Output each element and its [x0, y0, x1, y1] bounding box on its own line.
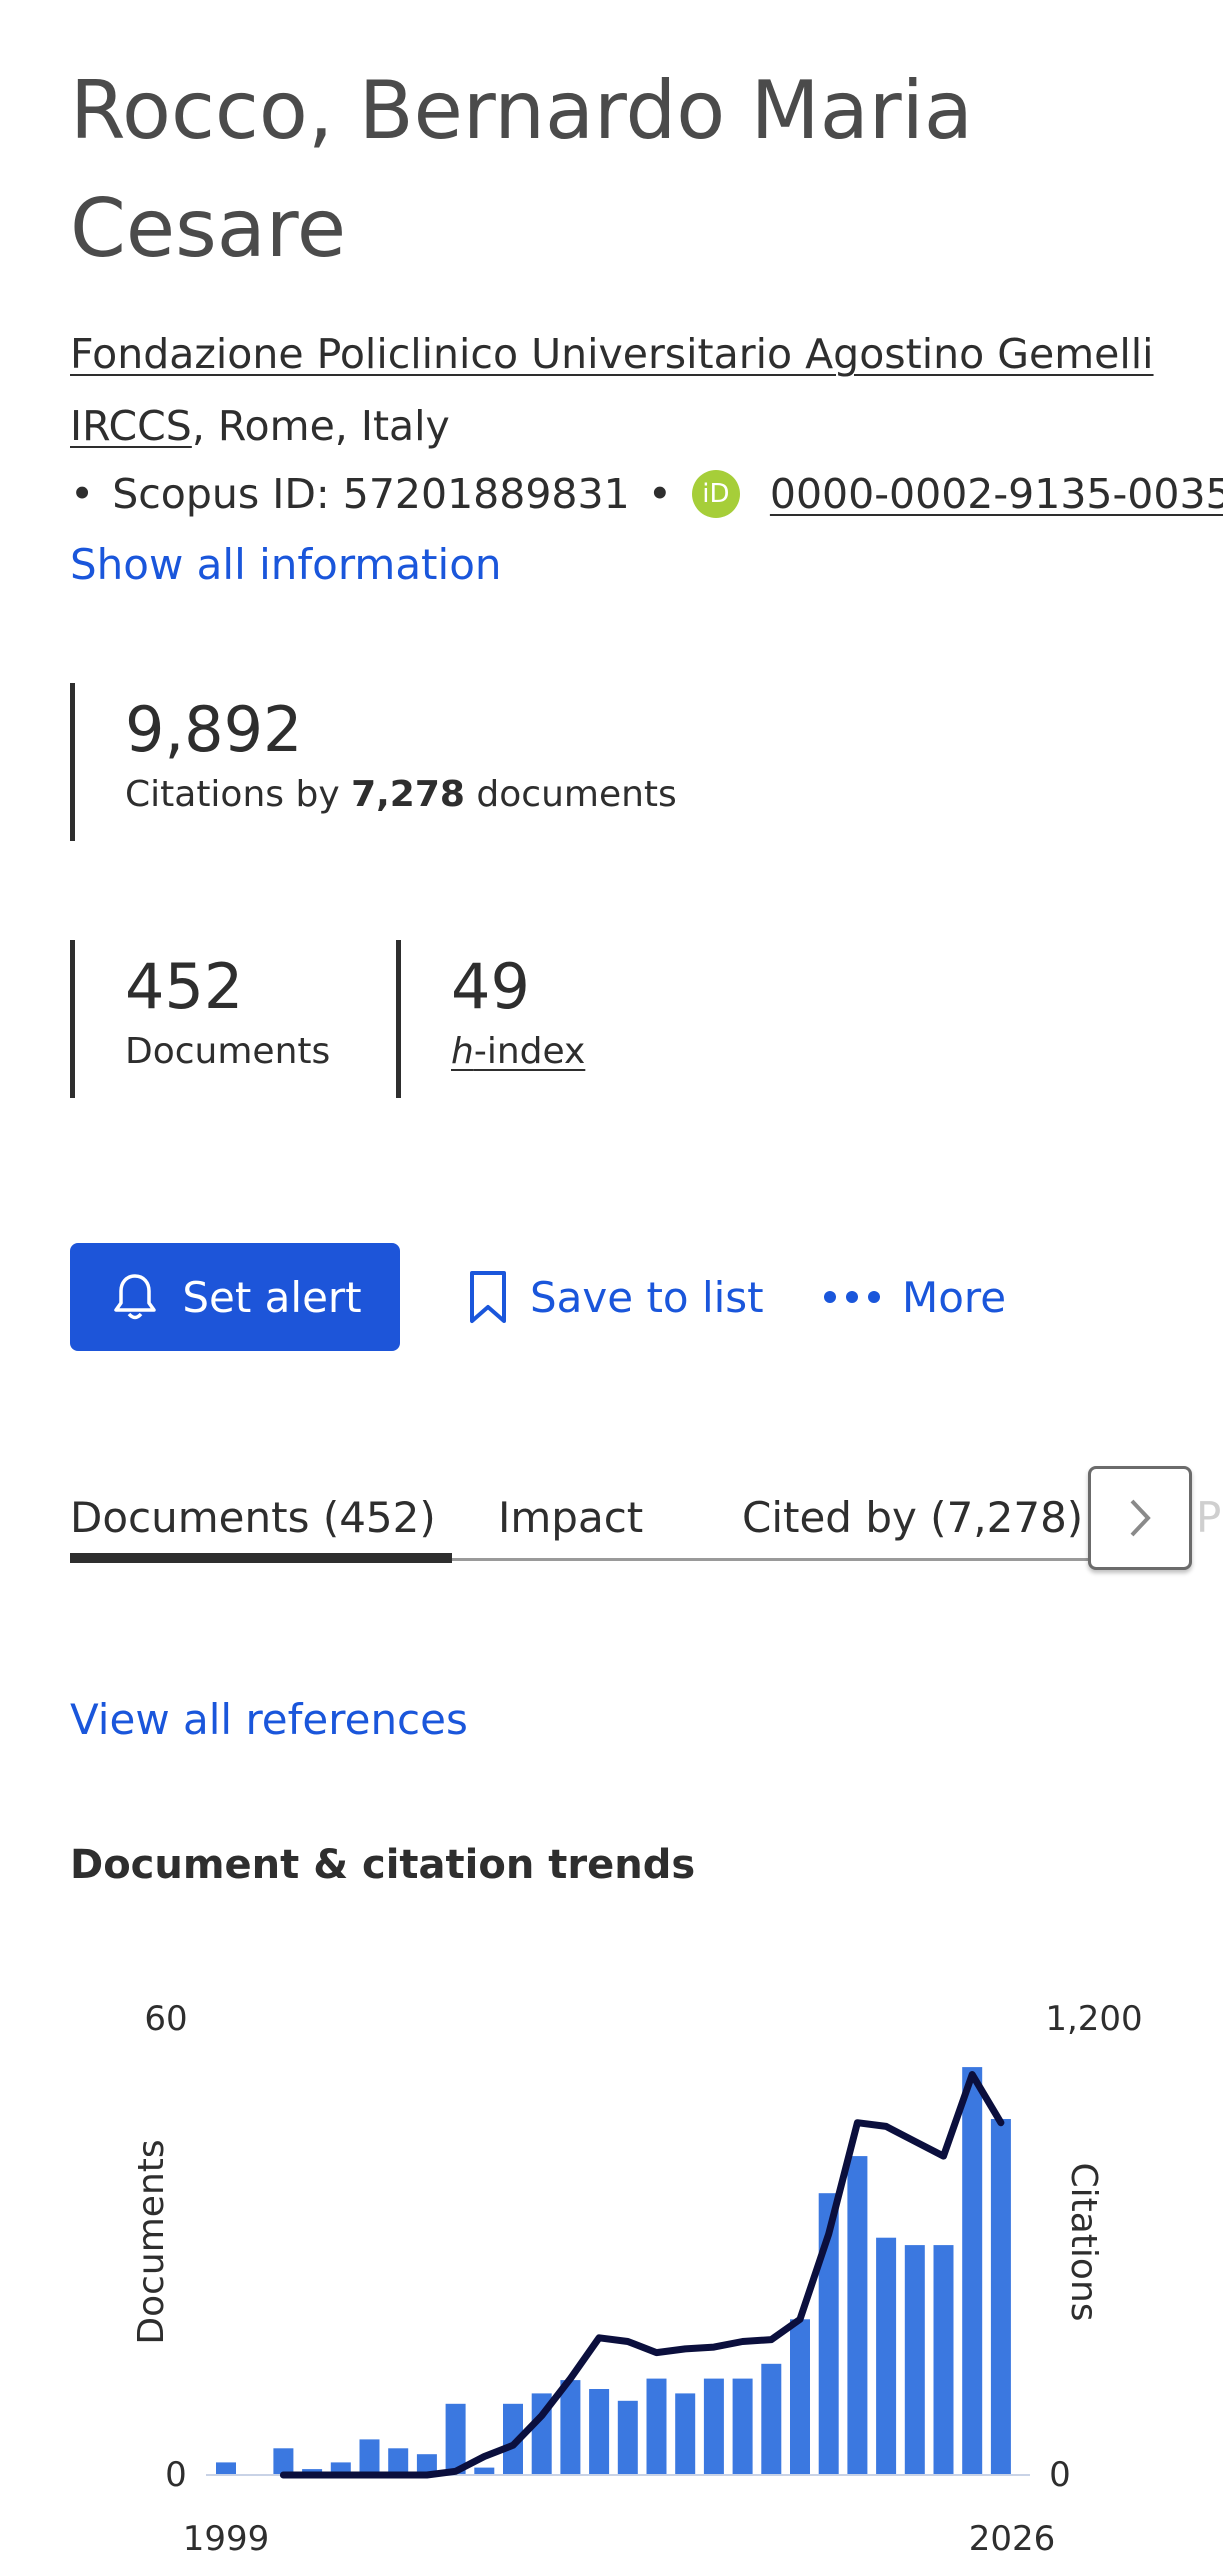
document-citation-chart: 60 0 1,200 0 Documents Citations 1999 20…: [0, 1980, 1223, 2571]
document-bar-2011: [560, 2380, 581, 2475]
document-bar-1999: [216, 2462, 236, 2475]
y-tick-max: 60: [144, 1999, 187, 2039]
document-bar-2026: [990, 2119, 1011, 2475]
document-bar-2021: [847, 2156, 868, 2475]
bullet: •: [647, 470, 672, 518]
tab-impact[interactable]: Impact: [498, 1470, 643, 1564]
more-button[interactable]: More: [822, 1243, 1006, 1351]
citations-count: 9,892: [125, 693, 303, 766]
set-alert-button[interactable]: Set alert: [70, 1243, 400, 1351]
tab-cited-by[interactable]: Cited by (7,278): [742, 1470, 1083, 1564]
set-alert-label: Set alert: [182, 1272, 362, 1322]
tab-active-indicator: [70, 1553, 452, 1563]
document-bar-2013: [617, 2400, 638, 2475]
view-all-references-link[interactable]: View all references: [70, 1695, 468, 1744]
ellipsis-icon: [824, 1291, 880, 1303]
document-bar-2001: [273, 2448, 294, 2475]
document-bar-2012: [589, 2389, 610, 2475]
documents-count: 452: [125, 950, 244, 1023]
tabs-next-button[interactable]: [1088, 1466, 1192, 1570]
show-all-information-link[interactable]: Show all information: [70, 540, 502, 589]
orcid-icon: iD: [691, 470, 740, 518]
chevron-right-icon: [1130, 1499, 1151, 1537]
documents-label: Documents: [125, 1031, 331, 1072]
hindex-metric: 49 h-index: [396, 940, 651, 1098]
x-tick-start: 1999: [183, 2519, 270, 2559]
document-bar-2017: [732, 2378, 753, 2475]
document-bar-2014: [646, 2378, 667, 2475]
y-axis-label: Documents: [131, 2139, 172, 2344]
trends-title: Document & citation trends: [70, 1842, 696, 1888]
document-bar-2019: [790, 2319, 810, 2476]
save-to-list-button[interactable]: Save to list: [466, 1243, 764, 1351]
affiliation-location: , Rome, Italy: [191, 402, 450, 450]
document-bar-2008: [474, 2467, 495, 2475]
document-bar-2023: [904, 2245, 925, 2475]
y2-tick-max: 1,200: [1045, 1999, 1142, 2039]
document-bar-2004: [359, 2439, 380, 2475]
hindex-link[interactable]: h-index: [451, 1031, 651, 1072]
chart-svg: 60 0 1,200 0 Documents Citations 1999 20…: [131, 1999, 1143, 2559]
document-bar-2024: [933, 2245, 954, 2475]
citations-metric: 9,892 Citations by 7,278 documents: [70, 683, 677, 841]
document-bar-2005: [388, 2448, 409, 2475]
y2-axis-label: Citations: [1063, 2162, 1104, 2321]
y2-tick-min: 0: [1049, 2455, 1071, 2495]
citing-documents-count: 7,278: [351, 774, 465, 815]
save-to-list-label: Save to list: [530, 1272, 764, 1322]
document-bar-2018: [761, 2363, 782, 2476]
tab-documents[interactable]: Documents (452): [70, 1470, 436, 1564]
documents-metric: 452 Documents: [70, 940, 385, 1098]
x-tick-end: 2026: [969, 2519, 1056, 2559]
orcid-link[interactable]: 0000-0002-9135-0035: [770, 470, 1223, 518]
document-bar-2022: [876, 2237, 897, 2475]
bullet: •: [70, 470, 95, 518]
document-bar-2025: [962, 2067, 983, 2475]
more-label: More: [902, 1272, 1007, 1322]
bookmark-icon: [470, 1271, 506, 1323]
author-name: Rocco, Bernardo Maria Cesare: [70, 64, 973, 275]
identifier-line: • Scopus ID: 57201889831 • iD 0000-0002-…: [70, 458, 1223, 530]
affiliation: Fondazione Policlinico Universitario Ago…: [70, 318, 1200, 462]
bell-icon: [114, 1274, 157, 1320]
scopus-id: Scopus ID: 57201889831: [112, 470, 630, 518]
y-tick-min: 0: [165, 2455, 187, 2495]
document-bar-2015: [675, 2393, 696, 2475]
citations-label: Citations by 7,278 documents: [125, 774, 677, 815]
tab-overflow-hint: P: [1196, 1492, 1222, 1542]
hindex-value: 49: [451, 950, 530, 1023]
document-bar-2016: [703, 2378, 724, 2475]
